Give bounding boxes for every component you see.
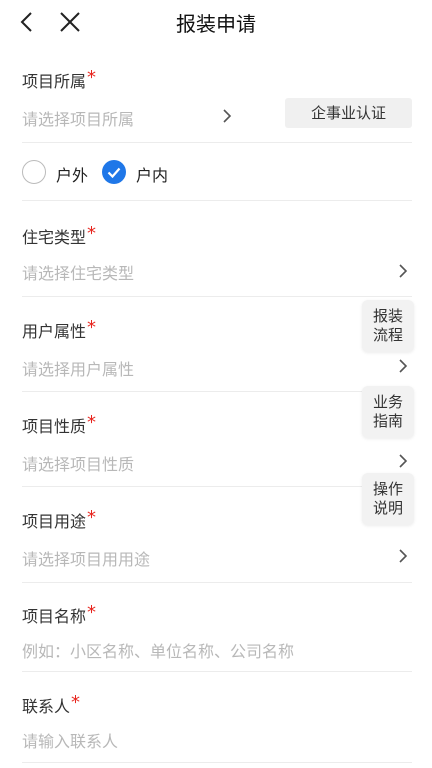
required-mark: * — [87, 67, 97, 88]
outdoor-label[interactable]: 户外 — [56, 162, 88, 186]
divider — [22, 142, 412, 143]
instructions-line-1: 操作 — [372, 480, 403, 498]
divider — [22, 762, 412, 763]
contact-label: 联系人* — [22, 692, 81, 716]
chevron-right-icon[interactable] — [396, 546, 410, 566]
chevron-right-icon[interactable] — [396, 451, 410, 471]
process-line-1: 报装 — [372, 307, 403, 325]
guide-line-1: 业务 — [372, 393, 403, 411]
enterprise-cert-button[interactable]: 企事业认证 — [285, 98, 412, 128]
divider — [22, 200, 412, 201]
instructions-line-2: 说明 — [372, 499, 403, 517]
project-usage-select[interactable]: 请选择项目用用途 — [22, 546, 150, 570]
user-attribute-select[interactable]: 请选择用户属性 — [22, 356, 134, 380]
project-name-label: 项目名称* — [22, 602, 97, 626]
process-float-button[interactable]: 报装 流程 — [362, 300, 414, 352]
project-owner-select[interactable]: 请选择项目所属 — [22, 106, 134, 130]
divider — [22, 296, 412, 297]
required-mark: * — [87, 412, 97, 433]
guide-line-2: 指南 — [372, 412, 403, 430]
nav-bar: 报装申请 — [0, 0, 432, 48]
user-attribute-label: 用户属性* — [22, 317, 97, 341]
page-title: 报装申请 — [176, 12, 256, 36]
divider — [22, 391, 412, 392]
divider — [22, 582, 412, 583]
divider — [22, 486, 412, 487]
project-nature-label: 项目性质* — [22, 412, 97, 436]
project-usage-label: 项目用途* — [22, 507, 97, 531]
instructions-float-button[interactable]: 操作 说明 — [362, 473, 414, 525]
required-mark: * — [87, 507, 97, 528]
indoor-label[interactable]: 户内 — [136, 162, 168, 186]
project-nature-select[interactable]: 请选择项目性质 — [22, 451, 134, 475]
project-name-input[interactable]: 例如：小区名称、单位名称、公司名称 — [22, 638, 294, 662]
contact-input[interactable]: 请输入联系人 — [22, 728, 118, 752]
required-mark: * — [87, 223, 97, 244]
divider — [22, 671, 412, 672]
chevron-right-icon[interactable] — [396, 356, 410, 376]
required-mark: * — [71, 692, 81, 713]
required-mark: * — [87, 602, 97, 623]
chevron-right-icon[interactable] — [396, 261, 410, 281]
housing-type-label: 住宅类型* — [22, 223, 97, 247]
guide-float-button[interactable]: 业务 指南 — [362, 386, 414, 438]
chevron-right-icon[interactable] — [220, 106, 234, 126]
project-owner-label: 项目所属* — [22, 67, 97, 91]
checkmark-icon — [107, 167, 121, 179]
required-mark: * — [87, 317, 97, 338]
outdoor-radio[interactable] — [22, 160, 46, 184]
indoor-radio[interactable] — [102, 160, 126, 184]
housing-type-select[interactable]: 请选择住宅类型 — [22, 260, 134, 284]
process-line-2: 流程 — [372, 326, 403, 344]
